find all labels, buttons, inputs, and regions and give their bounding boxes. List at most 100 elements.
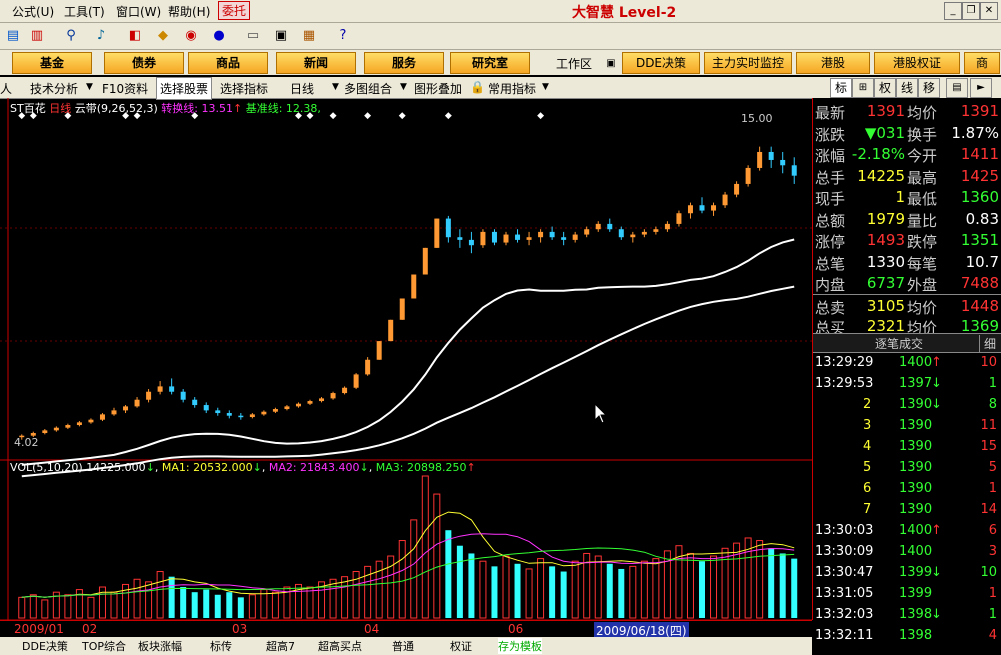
candle-body <box>538 231 544 238</box>
nav-fund[interactable]: 基金 <box>12 52 92 74</box>
analysis-tab-bar: 人 技术分析 ▼ F10资料 选择股票 选择指标 日线 ▼ 多图组合 ▼ 图形叠… <box>0 77 812 100</box>
quote-label: 现手 <box>815 190 846 208</box>
trade-time: 13:32:03 <box>815 607 874 622</box>
tab-f10[interactable]: F10资料 <box>102 80 148 97</box>
quote-row: 现手 1 最低 1360 <box>813 186 1001 208</box>
tab-technical[interactable]: 技术分析 <box>30 80 78 97</box>
btab-normal[interactable]: 普通 <box>392 638 414 654</box>
nav-hk-stock[interactable]: 港股 <box>796 52 870 74</box>
rtab-biao[interactable]: 标 <box>830 78 852 98</box>
btab-biaochuan[interactable]: 标传 <box>210 638 232 654</box>
volume-bar <box>445 530 452 618</box>
minimize-icon[interactable]: _ <box>944 2 962 20</box>
multi-dropdown-icon[interactable]: ▼ <box>400 82 407 92</box>
grid-icon[interactable]: ⊞ <box>852 78 874 98</box>
trade-volume: 1 <box>988 481 997 496</box>
menu-help[interactable]: 帮助(H) <box>168 3 210 20</box>
nav-research[interactable]: 研究室 <box>450 52 530 74</box>
help-icon[interactable]: ? <box>334 27 352 45</box>
tab-multi-chart[interactable]: 多图组合 <box>344 80 392 97</box>
btab-warrant[interactable]: 权证 <box>450 638 472 654</box>
report-icon[interactable]: ◧ <box>126 27 144 45</box>
trade-price: 1400 <box>899 523 933 538</box>
candle-body <box>261 411 267 415</box>
trade-volume: 8 <box>988 397 997 412</box>
nav-main-monitor[interactable]: 主力实时监控 <box>704 52 792 74</box>
btab-top[interactable]: TOP综合 <box>82 638 126 654</box>
trade-row: 7 1390 14 <box>813 500 1001 521</box>
btab-sector[interactable]: 板块涨幅 <box>138 638 182 654</box>
trade-list[interactable]: 13:29:29 1400 ↑ 10 13:29:53 1397 ↓ 1 2 1390 ↓ 8 3 139… <box>813 353 1001 655</box>
rtab-yi[interactable]: 移 <box>918 78 940 98</box>
trade-time: 5 <box>863 460 872 475</box>
nav-hk-warrant[interactable]: 港股权证 <box>874 52 960 74</box>
tab-daily[interactable]: 日线 <box>290 80 314 97</box>
volume-bar <box>271 591 279 619</box>
nav-news[interactable]: 新闻 <box>276 52 356 74</box>
candle-body <box>411 274 417 299</box>
btab-dde[interactable]: DDE决策 <box>22 638 68 654</box>
tab-prev-icon[interactable]: 人 <box>0 80 12 97</box>
volume-bar <box>571 560 579 619</box>
analysis-icon[interactable]: ◉ <box>182 27 200 45</box>
trade-time: 13:29:53 <box>815 376 874 391</box>
diamond-icon[interactable]: ◆ <box>154 27 172 45</box>
volume-bar <box>514 563 521 618</box>
btab-buy-point[interactable]: 超高买点 <box>318 638 362 654</box>
mouse-cursor-icon <box>594 403 608 424</box>
arrow-right-icon[interactable]: ► <box>970 78 992 98</box>
binoculars-icon[interactable]: ⚲ <box>62 27 80 45</box>
workarea-dropdown-icon[interactable]: ▣ <box>602 55 620 73</box>
date-label: 04 <box>364 622 380 636</box>
btab-save-template[interactable]: 存为模板 <box>498 638 542 654</box>
tab-select-indicator[interactable]: 选择指标 <box>220 80 268 97</box>
trade-price: 1390 <box>899 418 933 433</box>
f10-icon[interactable]: ● <box>210 27 228 45</box>
tab-dropdown-icon[interactable]: ▼ <box>86 82 93 92</box>
tab-common-indicator[interactable]: 常用指标 <box>488 80 536 97</box>
weituo-button[interactable]: 委托 <box>218 1 251 20</box>
volume-bar <box>329 578 337 619</box>
rtab-quan[interactable]: 权 <box>874 78 896 98</box>
nav-commodity[interactable]: 商品 <box>188 52 268 74</box>
nav-more[interactable]: 商 <box>964 52 1000 74</box>
trade-detail-tab[interactable]: 细 <box>979 335 996 352</box>
quote-icon[interactable]: ▤ <box>4 27 22 45</box>
daily-dropdown-icon[interactable]: ▼ <box>332 82 339 92</box>
lock-icon[interactable]: 🔒 <box>470 80 485 94</box>
print-icon[interactable]: ▭ <box>244 27 262 45</box>
volume-bar <box>168 576 175 618</box>
rtab-xian[interactable]: 线 <box>896 78 918 98</box>
volume-bar <box>180 587 187 618</box>
tab-overlay[interactable]: 图形叠加 <box>414 80 462 97</box>
restore-icon[interactable]: ❐ <box>962 2 980 20</box>
candle-body <box>711 205 717 211</box>
tab-select-stock[interactable]: 选择股票 <box>156 77 213 100</box>
quote-label: 均价 <box>907 104 938 122</box>
volume-bar <box>525 568 533 619</box>
menu-tools[interactable]: 工具(T) <box>64 3 105 20</box>
nav-dde[interactable]: DDE决策 <box>622 52 700 74</box>
panel-icon[interactable]: ▤ <box>946 78 968 98</box>
menu-formula[interactable]: 公式(U) <box>12 3 54 20</box>
nav-bond[interactable]: 债券 <box>104 52 184 74</box>
close-icon[interactable]: ✕ <box>980 2 998 20</box>
chart-icon[interactable]: ▥ <box>28 27 46 45</box>
btab-chaogao7[interactable]: 超高7 <box>266 638 295 654</box>
nav-service[interactable]: 服务 <box>364 52 444 74</box>
candle-body <box>365 359 371 375</box>
kline-chart[interactable]: ◆ ◆ ◆ ◆ ◆ ◆ ◆ ◆ ◆ ◆ ◆ ◆ ◆ <box>0 98 813 620</box>
layout-icon[interactable]: ▣ <box>272 27 290 45</box>
trade-row: 6 1390 1 <box>813 479 1001 500</box>
volume-bar <box>41 599 49 619</box>
quote-label: 外盘 <box>907 276 938 294</box>
alarm-icon[interactable]: ♪ <box>92 27 110 45</box>
quote-row: 总手 14225 最高 1425 <box>813 165 1001 187</box>
trade-time: 13:30:03 <box>815 523 874 538</box>
quote-label: 今开 <box>907 147 938 165</box>
books-icon[interactable]: ▦ <box>300 27 318 45</box>
volume-bar <box>29 594 37 619</box>
indicator-dropdown-icon[interactable]: ▼ <box>542 82 549 92</box>
menu-window[interactable]: 窗口(W) <box>116 3 161 20</box>
volume-bar <box>779 553 786 618</box>
